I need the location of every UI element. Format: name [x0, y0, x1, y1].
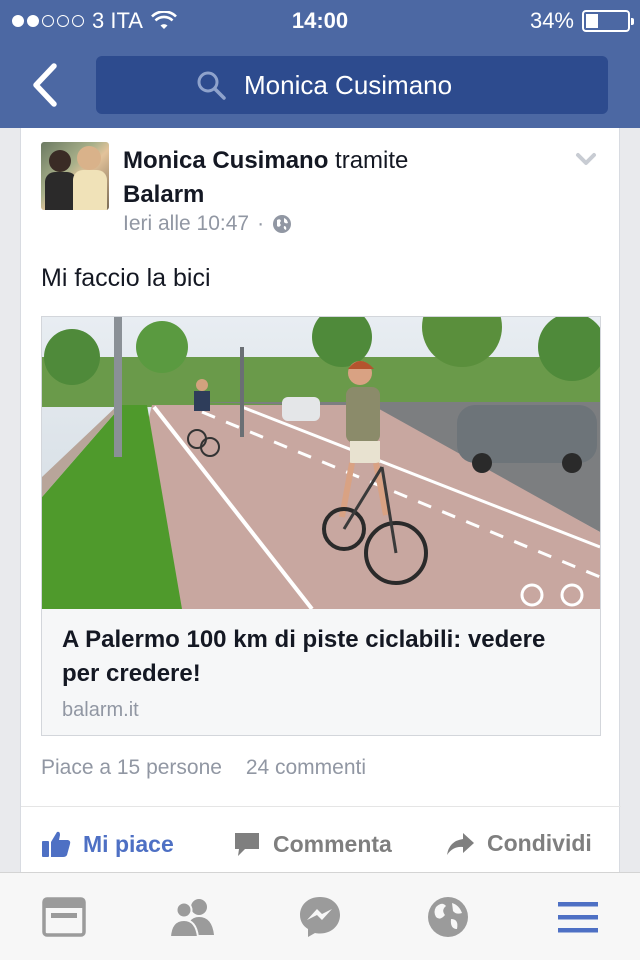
- chevron-down-icon[interactable]: [575, 148, 597, 170]
- like-label: Mi piace: [83, 830, 174, 857]
- link-title[interactable]: A Palermo 100 km di piste ciclabili: ved…: [62, 623, 582, 691]
- search-icon: [197, 71, 226, 100]
- back-arrow-icon[interactable]: [28, 62, 62, 108]
- link-preview[interactable]: A Palermo 100 km di piste ciclabili: ved…: [41, 316, 601, 736]
- post-message: Mi faccio la bici: [41, 264, 211, 292]
- top-bar: 3 ITA 14:00 34% Monica Cusimano: [0, 0, 640, 128]
- via-text: tramite: [335, 147, 409, 174]
- avatar[interactable]: [41, 142, 109, 210]
- comments-count[interactable]: 24 commenti: [246, 756, 366, 779]
- globe-privacy-icon: [273, 215, 292, 233]
- tab-bar: [0, 872, 640, 960]
- comment-icon: [235, 833, 259, 856]
- comment-label: Commenta: [273, 830, 392, 857]
- thumbs-up-icon: [42, 831, 71, 857]
- divider: [21, 806, 621, 807]
- post-meta: Ieri alle 10:47 ·: [123, 212, 292, 236]
- battery-percent: 34%: [529, 8, 574, 33]
- share-label: Condividi: [487, 830, 592, 856]
- messenger-icon[interactable]: [298, 895, 342, 939]
- author-name[interactable]: Monica Cusimano: [123, 147, 328, 174]
- page-name[interactable]: Balarm: [123, 181, 204, 208]
- status-bar: 3 ITA 14:00 34%: [0, 0, 640, 40]
- post-header: Monica Cusimano tramite Balarm: [123, 144, 563, 212]
- share-button[interactable]: Condividi: [445, 830, 592, 857]
- share-arrow-icon: [447, 832, 474, 855]
- link-caption[interactable]: A Palermo 100 km di piste ciclabili: ved…: [42, 609, 600, 735]
- globe-icon[interactable]: [426, 895, 470, 939]
- timestamp[interactable]: Ieri alle 10:47: [123, 212, 249, 236]
- link-domain: balarm.it: [62, 699, 139, 721]
- engagement-counts: Piace a 15 persone 24 commenti: [41, 756, 366, 780]
- search-query: Monica Cusimano: [244, 69, 453, 100]
- friends-icon[interactable]: [168, 895, 216, 939]
- menu-icon[interactable]: [556, 895, 600, 939]
- likes-count[interactable]: Piace a 15 persone: [41, 756, 222, 779]
- battery-icon: [582, 10, 634, 32]
- link-image[interactable]: [42, 317, 600, 609]
- comment-button[interactable]: Commenta: [233, 830, 392, 858]
- post-card: Monica Cusimano tramite Balarm Ieri alle…: [20, 128, 621, 872]
- like-button[interactable]: Mi piace: [41, 830, 174, 858]
- news-feed-icon[interactable]: [42, 895, 86, 939]
- post-actions: Mi piace Commenta Condividi: [21, 818, 621, 872]
- search-field[interactable]: Monica Cusimano: [96, 56, 608, 114]
